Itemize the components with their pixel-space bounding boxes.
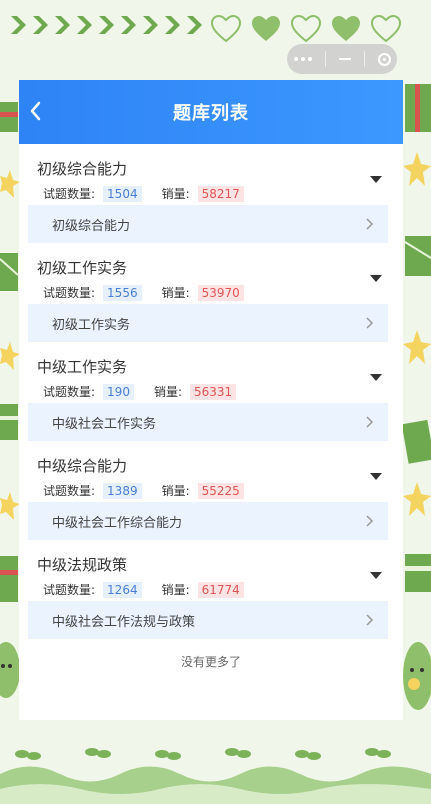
list-item: 中级综合能力 试题数量: 1389 销量: 55225 中级社会工作综合能力: [19, 447, 403, 540]
group-title: 初级综合能力: [37, 160, 128, 178]
sales-badge: 56331: [190, 383, 237, 400]
hearts-decoration: [210, 14, 402, 44]
sales-label: 销量:: [161, 187, 190, 201]
caret-down-icon[interactable]: [369, 174, 383, 184]
question-count-badge: 1264: [103, 581, 142, 598]
caret-down-icon[interactable]: [369, 273, 383, 283]
chevron-right-icon: [366, 515, 374, 527]
sub-item-label: 中级社会工作实务: [52, 416, 157, 432]
sub-item-label: 初级工作实务: [52, 317, 131, 333]
group-title: 中级工作实务: [37, 358, 128, 376]
no-more-text: 没有更多了: [180, 655, 241, 669]
sub-item[interactable]: 中级社会工作法规与政策: [28, 601, 388, 639]
question-count-badge: 190: [103, 383, 134, 400]
star-icon: [403, 152, 431, 186]
heart-outline-icon: [370, 14, 402, 43]
caret-down-icon[interactable]: [369, 372, 383, 382]
gift-box-icon: [0, 556, 18, 602]
sales-label: 销量:: [161, 286, 190, 300]
gift-box-icon: [405, 554, 431, 592]
heart-outline-icon: [210, 14, 242, 43]
navbar: 题库列表: [19, 80, 403, 144]
app-screen: 题库列表 初级综合能力 试题数量: 1504 销量: 58217 初级综合能力: [19, 80, 403, 720]
page-title: 题库列表: [173, 103, 249, 124]
group-stats: 试题数量: 1556 销量: 53970: [37, 284, 385, 301]
count-label: 试题数量:: [43, 583, 96, 597]
group-title: 初级工作实务: [37, 259, 128, 277]
group-stats: 试题数量: 1504 销量: 58217: [37, 185, 385, 202]
group-stats: 试题数量: 1389 销量: 55225: [37, 482, 385, 499]
sub-item-label: 初级综合能力: [52, 218, 131, 234]
group-header[interactable]: 中级法规政策 试题数量: 1264 销量: 61774: [19, 546, 403, 601]
sales-label: 销量:: [161, 583, 190, 597]
caret-down-icon[interactable]: [369, 471, 383, 481]
list-item: 初级工作实务 试题数量: 1556 销量: 53970 初级工作实务: [19, 249, 403, 342]
chevron-right-icon: [366, 218, 374, 230]
gift-box-icon: [403, 419, 431, 464]
sub-item[interactable]: 初级综合能力: [28, 205, 388, 243]
gift-box-icon: [0, 253, 19, 291]
gift-box-icon: [0, 102, 18, 132]
list-item: 初级综合能力 试题数量: 1504 销量: 58217 初级综合能力: [19, 150, 403, 243]
cucumber-character-icon: [403, 642, 431, 710]
sales-badge: 53970: [197, 284, 244, 301]
sales-badge: 55225: [197, 482, 244, 499]
count-label: 试题数量:: [43, 484, 96, 498]
sub-item-label: 中级社会工作综合能力: [52, 515, 183, 531]
gift-box-icon: [405, 84, 431, 132]
star-icon: [403, 330, 431, 364]
heart-filled-icon: [252, 16, 280, 41]
star-icon: [403, 482, 431, 516]
list-item: 中级法规政策 试题数量: 1264 销量: 61774 中级社会工作法规与政策: [19, 546, 403, 639]
group-header[interactable]: 中级工作实务 试题数量: 190 销量: 56331: [19, 348, 403, 403]
list-item: 中级工作实务 试题数量: 190 销量: 56331 中级社会工作实务: [19, 348, 403, 441]
sub-item[interactable]: 中级社会工作实务: [28, 403, 388, 441]
sales-badge: 61774: [197, 581, 244, 598]
sub-item-label: 中级社会工作法规与政策: [52, 614, 196, 630]
chevron-right-icon: [366, 614, 374, 626]
sales-label: 销量:: [161, 484, 190, 498]
sales-label: 销量:: [153, 385, 182, 399]
sub-item[interactable]: 初级工作实务: [28, 304, 388, 342]
group-stats: 试题数量: 1264 销量: 61774: [37, 581, 385, 598]
heart-filled-icon: [332, 16, 360, 41]
group-header[interactable]: 初级工作实务 试题数量: 1556 销量: 53970: [19, 249, 403, 304]
star-icon: [0, 170, 20, 198]
count-label: 试题数量:: [43, 187, 96, 201]
star-icon: [0, 342, 20, 370]
star-icon: [0, 492, 20, 520]
question-count-badge: 1389: [103, 482, 142, 499]
question-count-badge: 1504: [103, 185, 142, 202]
capsule-divider: [363, 51, 365, 67]
sales-badge: 58217: [197, 185, 244, 202]
group-stats: 试题数量: 190 销量: 56331: [37, 383, 385, 400]
chevron-right-icon: [366, 317, 374, 329]
chevron-border-decoration: [8, 14, 204, 36]
more-options-icon[interactable]: [293, 57, 312, 61]
sub-item[interactable]: 中级社会工作综合能力: [28, 502, 388, 540]
back-arrow-icon[interactable]: [25, 96, 47, 126]
question-bank-list: 初级综合能力 试题数量: 1504 销量: 58217 初级综合能力 初级工作实…: [19, 144, 403, 670]
cucumber-character-icon: [0, 642, 20, 698]
heart-outline-icon: [290, 14, 322, 43]
group-title: 中级综合能力: [37, 457, 128, 475]
caret-down-icon[interactable]: [369, 570, 383, 580]
count-label: 试题数量:: [43, 286, 96, 300]
gift-box-icon: [0, 404, 18, 440]
group-header[interactable]: 中级综合能力 试题数量: 1389 销量: 55225: [19, 447, 403, 502]
gift-box-icon: [404, 236, 431, 276]
question-count-badge: 1556: [103, 284, 142, 301]
grass-ground-decoration: [0, 748, 431, 804]
count-label: 试题数量:: [43, 385, 96, 399]
group-header[interactable]: 初级综合能力 试题数量: 1504 销量: 58217: [19, 150, 403, 205]
minimize-icon[interactable]: [338, 58, 351, 60]
chevron-right-icon: [366, 416, 374, 428]
miniprogram-capsule: [287, 44, 397, 74]
close-miniprogram-icon[interactable]: [377, 52, 391, 66]
group-title: 中级法规政策: [37, 556, 128, 574]
capsule-divider: [324, 51, 326, 67]
